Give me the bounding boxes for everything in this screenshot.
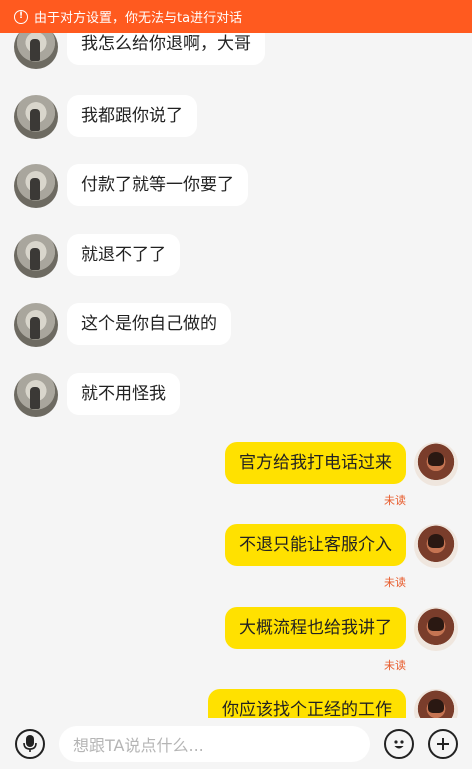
input-bar: 想跟TA说点什么... bbox=[0, 718, 472, 769]
unread-status: 未读 bbox=[384, 576, 406, 589]
message-bubble: 付款了就等一你要了 bbox=[67, 164, 248, 206]
self-avatar[interactable] bbox=[414, 524, 458, 568]
contact-avatar[interactable] bbox=[14, 303, 58, 347]
message-bubble: 这个是你自己做的 bbox=[67, 303, 231, 345]
self-avatar[interactable] bbox=[414, 689, 458, 718]
plus-icon[interactable] bbox=[428, 729, 458, 759]
message-bubble: 就不用怪我 bbox=[67, 373, 180, 415]
unread-status: 未读 bbox=[384, 494, 406, 507]
message-bubble-self: 大概流程也给我讲了 bbox=[225, 607, 406, 649]
restriction-banner: ! 由于对方设置，你无法与ta进行对话 bbox=[0, 0, 472, 33]
microphone-icon[interactable] bbox=[15, 729, 45, 759]
contact-avatar[interactable] bbox=[14, 373, 58, 417]
contact-avatar[interactable] bbox=[14, 234, 58, 278]
input-placeholder: 想跟TA说点什么... bbox=[73, 736, 204, 755]
self-avatar[interactable] bbox=[414, 607, 458, 651]
unread-status: 未读 bbox=[384, 659, 406, 672]
message-bubble: 我都跟你说了 bbox=[67, 95, 197, 137]
banner-text: 由于对方设置，你无法与ta进行对话 bbox=[34, 11, 243, 26]
message-bubble-self: 你应该找个正经的工作 bbox=[208, 689, 406, 718]
message-bubble: 就退不了了 bbox=[67, 234, 180, 276]
message-bubble-self: 不退只能让客服介入 bbox=[225, 524, 406, 566]
contact-avatar[interactable] bbox=[14, 164, 58, 208]
message-bubble-self: 官方给我打电话过来 bbox=[225, 442, 406, 484]
emoji-icon[interactable] bbox=[384, 729, 414, 759]
info-circle-icon: ! bbox=[14, 9, 28, 24]
self-avatar[interactable] bbox=[414, 442, 458, 486]
contact-avatar[interactable] bbox=[14, 95, 58, 139]
chat-area[interactable]: 我怎么给你退啊，大哥 我都跟你说了 付款了就等一你要了 就退不了了 这个是你自己… bbox=[0, 0, 472, 718]
message-input[interactable]: 想跟TA说点什么... bbox=[59, 726, 370, 762]
